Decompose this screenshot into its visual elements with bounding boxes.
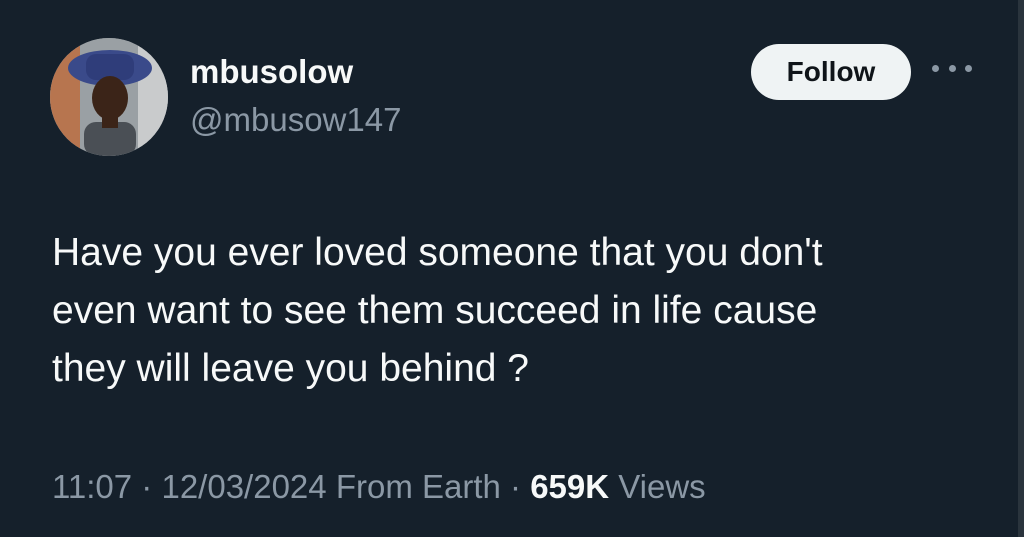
tweet-card: mbusolow @mbusow147 Follow Have you ever… [0, 0, 1024, 537]
more-horizontal-icon[interactable] [932, 58, 972, 78]
author-display-name[interactable]: mbusolow [190, 52, 353, 92]
scrollbar[interactable] [1018, 0, 1024, 537]
tweet-meta: 11:07 · 12/03/2024 From Earth · 659K Vie… [52, 466, 706, 508]
author-avatar[interactable] [50, 38, 168, 156]
tweet-text-line: they will leave you behind ? [52, 347, 529, 390]
tweet-text-line: Have you ever loved someone that you don… [52, 231, 823, 274]
more-dot [948, 64, 956, 72]
views-count[interactable]: 659K [530, 468, 609, 505]
views-label: Views [618, 468, 706, 505]
meta-separator: · [500, 468, 531, 505]
more-dot [932, 64, 939, 72]
tweet-source: From Earth [335, 468, 501, 505]
follow-button[interactable]: Follow [751, 44, 911, 100]
more-dot [965, 64, 972, 72]
avatar-photo-icon [50, 38, 168, 156]
meta-separator: · [132, 468, 162, 505]
author-handle[interactable]: @mbusow147 [190, 100, 401, 140]
tweet-text: Have you ever loved someone that you don… [52, 224, 972, 398]
tweet-text-line: even want to see them succeed in life ca… [52, 289, 818, 332]
tweet-date[interactable]: 12/03/2024 [161, 468, 326, 505]
tweet-time[interactable]: 11:07 [52, 468, 132, 505]
